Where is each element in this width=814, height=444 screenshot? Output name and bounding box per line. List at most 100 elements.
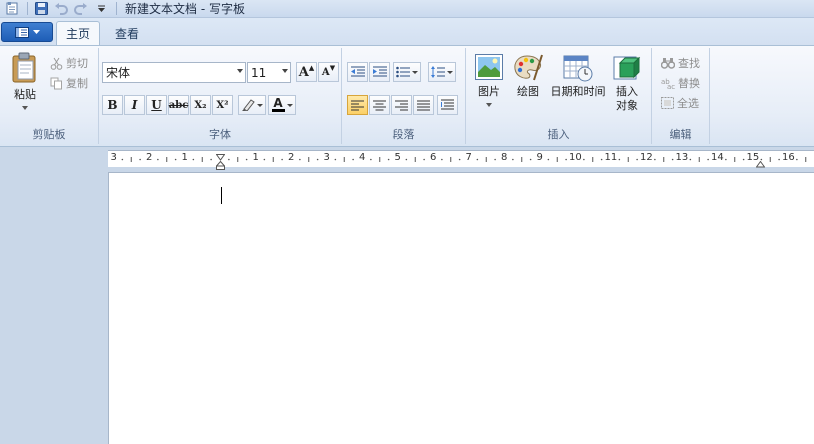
ruler-label: 1 [252, 152, 259, 163]
ruler-label: 5 [394, 152, 401, 163]
ruler-ticks [121, 157, 807, 162]
copy-button[interactable]: 复制 [50, 75, 88, 91]
increase-indent-button[interactable] [369, 62, 390, 82]
insert-datetime-button[interactable]: 日期和时间 [548, 54, 608, 99]
font-color-bar [271, 109, 285, 112]
customize-qat-icon[interactable] [92, 1, 110, 17]
title-bar: 新建文本文档 - 写字板 [0, 0, 814, 18]
window-title: 新建文本文档 - 写字板 [125, 2, 245, 16]
select-all-icon [661, 97, 674, 109]
underline-icon: U [151, 98, 162, 112]
ruler-label: 1 [181, 152, 188, 163]
align-right-button[interactable] [391, 95, 412, 115]
ruler-tick [263, 158, 266, 161]
chevron-down-icon [286, 103, 293, 107]
ruler-tick [405, 158, 408, 161]
ruler-label: 10 [569, 152, 582, 163]
clipboard-group-label: 剪贴板 [32, 128, 66, 141]
ruler-tick [423, 158, 425, 161]
superscript-button[interactable]: X² [212, 95, 233, 115]
chevron-down-icon [486, 103, 492, 107]
application-menu-button[interactable] [1, 22, 53, 42]
paragraph-settings-button[interactable] [437, 95, 458, 115]
editing-group-label: 编辑 [669, 128, 692, 141]
bold-button[interactable]: B [102, 95, 123, 115]
align-left-icon [351, 100, 364, 110]
tab-view[interactable]: 查看 [104, 21, 150, 45]
ruler-label: 7 [465, 152, 472, 163]
document-page[interactable] [108, 172, 814, 444]
chevron-down-icon [32, 30, 40, 34]
font-size-dropdown[interactable]: 11 [247, 62, 291, 83]
decrease-indent-button[interactable] [347, 62, 368, 82]
subscript-icon: X₂ [194, 99, 207, 111]
align-right-icon [395, 100, 408, 110]
tab-home-label: 主页 [65, 27, 90, 41]
datetime-label: 日期和时间 [550, 85, 606, 98]
redo-icon[interactable] [72, 1, 90, 17]
insert-object-icon [613, 56, 641, 80]
ruler-tick [796, 158, 798, 161]
object-label-line1: 插入 [616, 85, 638, 98]
highlighter-icon [242, 99, 255, 111]
insert-object-button[interactable]: 插入 对象 [610, 54, 644, 113]
strikethrough-button[interactable]: abc [168, 95, 189, 115]
left-indent-marker[interactable] [215, 159, 226, 170]
subscript-button[interactable]: X₂ [190, 95, 211, 115]
ruler-tick [600, 158, 603, 161]
font-color-button[interactable]: A [268, 95, 296, 115]
select-all-label: 全选 [677, 97, 699, 110]
cut-button[interactable]: 剪切 [50, 55, 88, 71]
line-spacing-icon [431, 66, 445, 78]
ruler-tick [352, 158, 354, 161]
ruler-label: 3 [323, 152, 330, 163]
insert-group-label: 插入 [547, 128, 570, 141]
font-size-value: 11 [251, 65, 267, 80]
replace-button[interactable]: ab ac 替换 [661, 75, 700, 91]
ruler-label: 11 [604, 152, 618, 163]
ruler-label: 2 [146, 152, 153, 163]
horizontal-ruler[interactable]: 3 2 1 1 2 3 4 5 6 7 8 9 10 11 12 13 14 15 16 [108, 150, 814, 170]
paste-label: 粘贴 [14, 88, 36, 101]
font-family-value: 宋体 [106, 66, 131, 80]
ruler-tick [334, 158, 337, 161]
ruler-label: 15 [746, 152, 760, 163]
insert-picture-button[interactable]: 图片 [472, 54, 506, 107]
tab-view-label: 查看 [114, 26, 139, 41]
ruler-tick [139, 158, 141, 161]
ruler-tick [512, 158, 514, 161]
bullet-list-button[interactable] [393, 62, 421, 82]
align-left-button[interactable] [347, 95, 368, 115]
caret-down-icon: ▼ [329, 64, 336, 72]
decrease-indent-icon [350, 66, 365, 77]
cut-label: 剪切 [66, 57, 88, 70]
tab-home[interactable]: 主页 [56, 21, 100, 45]
ruler-tick [174, 158, 177, 161]
shrink-font-button[interactable]: A ▼ [318, 62, 339, 82]
font-family-dropdown[interactable]: 宋体 [102, 62, 246, 83]
app-icon[interactable] [3, 1, 21, 17]
paste-button[interactable]: 粘贴 [6, 52, 44, 110]
underline-button[interactable]: U [146, 95, 167, 115]
find-label: 查找 [678, 57, 700, 70]
select-all-button[interactable]: 全选 [661, 95, 699, 111]
justify-button[interactable] [413, 95, 434, 115]
highlight-color-button[interactable] [238, 95, 266, 115]
italic-button[interactable]: I [124, 95, 145, 115]
undo-icon[interactable] [52, 1, 70, 17]
align-center-button[interactable] [369, 95, 390, 115]
line-spacing-button[interactable] [428, 62, 456, 82]
grow-font-button[interactable]: A ▲ [296, 62, 317, 82]
text-caret [221, 187, 222, 204]
ruler-tick [299, 158, 301, 161]
first-line-indent-marker[interactable] [215, 151, 226, 161]
find-button[interactable]: 查找 [661, 55, 700, 71]
editing-group: 查找 ab ac 替换 全选 编辑 [652, 48, 710, 144]
justify-icon [417, 100, 430, 110]
paint-drawing-button[interactable]: 绘图 [510, 54, 546, 99]
font-group-label: 字体 [209, 128, 231, 141]
save-icon[interactable] [32, 1, 50, 17]
ruler-tick [157, 158, 159, 161]
replace-icon: abac [661, 78, 675, 89]
font-group: 宋体 11 A ▲ A ▼ B I U abc X₂ X² A 字体 [99, 48, 342, 144]
